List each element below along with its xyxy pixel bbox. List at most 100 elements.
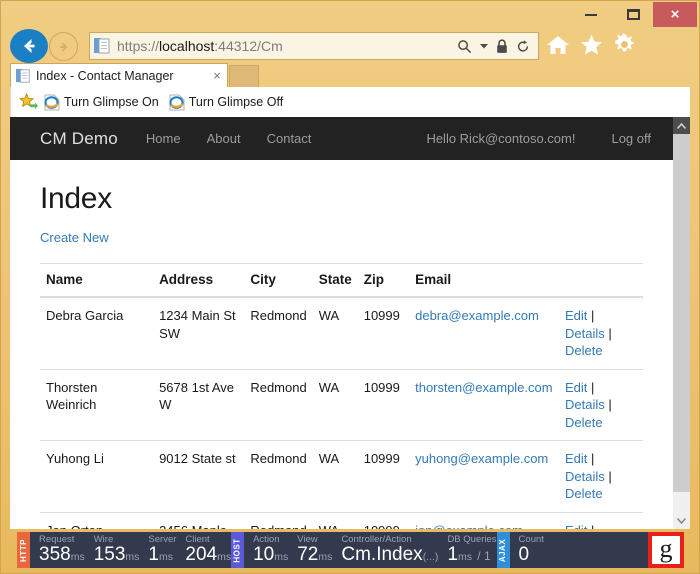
metric-number: 1 [148,544,159,565]
glimpse-metric-view: View 72ms [288,532,332,568]
metric-value: 204ms [185,545,231,565]
delete-link[interactable]: Delete [565,343,603,358]
padlock-icon[interactable] [496,39,508,54]
metric-value: 0 [519,545,544,565]
metric-number: 72 [297,544,318,565]
chevron-down-icon[interactable] [480,43,488,49]
page-scrollbar[interactable] [673,117,690,529]
metric-sub: / 1 [477,549,490,563]
column-header-city: City [244,264,312,298]
metric-unit: ms [125,551,139,563]
metric-unit: ms [318,551,332,563]
delete-link[interactable]: Delete [565,415,603,430]
home-icon[interactable] [546,34,570,56]
glimpse-metric-db-queries: DB Queries 1ms / 1 [438,532,496,568]
table-row: Yuhong Li9012 State stRedmondWA10999yuho… [40,441,643,513]
tab-strip: Index - Contact Manager × [1,62,699,87]
gear-icon[interactable] [613,33,636,56]
tab-index-contact-manager[interactable]: Index - Contact Manager × [10,63,228,87]
page-document-icon [94,37,111,55]
table-row: Thorsten Weinrich5678 1st Ave WRedmondWA… [40,369,643,441]
scroll-down-button[interactable] [673,512,690,529]
glimpse-logo-letter: g [660,536,673,562]
column-header-address: Address [153,264,244,298]
back-button[interactable] [10,29,48,63]
metric-unit: ms [458,551,472,563]
command-item-turn-glimpse-on[interactable]: Turn Glimpse On [44,94,159,111]
tab-close-icon[interactable]: × [207,68,227,83]
search-magnifier-icon[interactable] [457,39,472,54]
metric-number: 0 [519,544,530,565]
address-bar[interactable]: https://localhost:44312/Cm [89,32,539,60]
delete-link[interactable]: Delete [565,486,603,501]
edit-link[interactable]: Edit [565,451,587,466]
glimpse-tab-ajax[interactable]: AJAX [497,532,510,568]
minimize-icon [585,14,597,16]
glimpse-metric-server: Server 1ms [139,532,176,568]
minimize-button[interactable] [571,2,611,27]
cell-zip: 10999 [358,297,409,369]
forward-button[interactable] [49,32,78,61]
create-new-link[interactable]: Create New [40,230,109,245]
command-item-label: Turn Glimpse Off [189,95,283,109]
cell-name: Debra Garcia [40,297,153,369]
chevron-up-icon [677,123,686,129]
glimpse-tab-host[interactable]: HOST [231,532,244,568]
glimpse-hud[interactable]: HTTP Request 358ms Wire 153ms Server 1ms… [17,532,684,568]
metric-number: 153 [94,544,126,565]
cell-zip: 10999 [358,512,409,529]
nav-link-about[interactable]: About [207,131,241,146]
metric-value: 10ms [253,545,288,565]
action-separator: | [587,380,594,395]
nav-link-home[interactable]: Home [146,131,181,146]
refresh-icon[interactable] [516,39,530,54]
page-content: CM Demo Home About Contact Hello Rick@co… [10,117,673,529]
metric-value: 1ms / 1 [447,545,496,565]
favorites-star-add-icon[interactable] [19,93,38,111]
close-window-button[interactable]: × [653,2,697,27]
action-separator: | [587,308,594,323]
action-separator: | [605,469,612,484]
metric-unit: ms [217,551,231,563]
table-header-row: Name Address City State Zip Email [40,264,643,298]
glimpse-tab-host-label: HOST [233,538,242,562]
cell-email: yuhong@example.com [409,441,559,513]
details-link[interactable]: Details [565,326,605,341]
scroll-up-button[interactable] [673,117,690,134]
command-item-turn-glimpse-off[interactable]: Turn Glimpse Off [169,94,283,111]
cell-email: debra@example.com [409,297,559,369]
log-off-link[interactable]: Log off [611,131,651,146]
table-row: Debra Garcia1234 Main St SWRedmondWA1099… [40,297,643,369]
edit-link[interactable]: Edit [565,308,587,323]
cell-email: thorsten@example.com [409,369,559,441]
details-link[interactable]: Details [565,397,605,412]
star-icon[interactable] [579,33,604,56]
email-link[interactable]: yuhong@example.com [415,451,548,466]
browser-toolbar-icons [546,33,636,56]
metric-unit: (...) [423,551,439,563]
action-separator: | [587,523,594,529]
scrollbar-track[interactable] [673,134,690,512]
cell-name: Yuhong Li [40,441,153,513]
scrollbar-thumb[interactable] [673,134,690,492]
edit-link[interactable]: Edit [565,523,587,529]
site-brand[interactable]: CM Demo [40,129,118,149]
glimpse-logo-button[interactable]: g [648,532,684,568]
metric-value: 72ms [297,545,332,565]
email-link[interactable]: jon@example.com [415,523,523,529]
glimpse-tab-http[interactable]: HTTP [17,532,30,568]
new-tab-button[interactable] [229,65,259,87]
glimpse-metric-count: Count 0 [510,532,544,568]
email-link[interactable]: thorsten@example.com [415,380,552,395]
glimpse-tab-ajax-label: AJAX [499,538,508,561]
user-greeting[interactable]: Hello Rick@contoso.com! [426,131,575,146]
details-link[interactable]: Details [565,469,605,484]
edit-link[interactable]: Edit [565,380,587,395]
forward-arrow-icon [55,38,73,56]
back-arrow-icon [18,35,40,57]
cell-actions: Edit | Details | Delete [559,297,643,369]
url-text: https://localhost:44312/Cm [117,38,283,54]
email-link[interactable]: debra@example.com [415,308,539,323]
maximize-button[interactable] [613,2,653,27]
nav-link-contact[interactable]: Contact [267,131,312,146]
